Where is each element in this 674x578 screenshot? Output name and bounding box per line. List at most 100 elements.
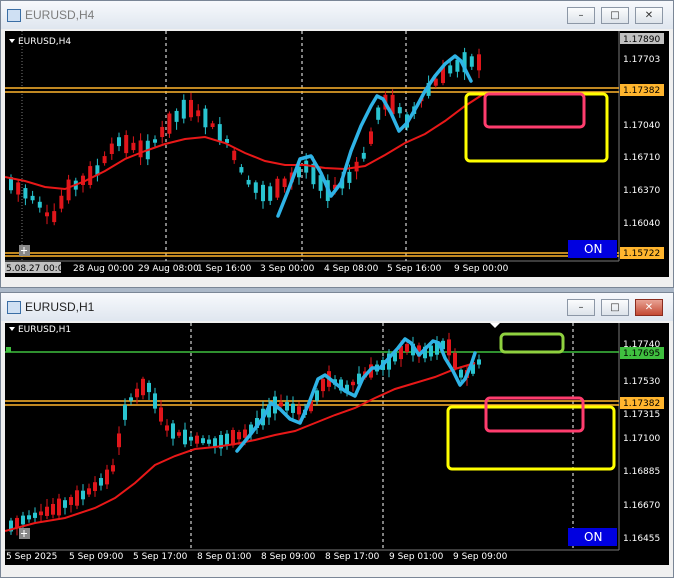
candle-body [225, 433, 229, 446]
maximize-button[interactable]: □ [601, 7, 629, 24]
collapse-triangle-icon[interactable] [9, 327, 15, 331]
candle-body [213, 438, 217, 448]
candle-body [52, 211, 57, 223]
candle-body [376, 107, 381, 120]
candle-body [397, 107, 402, 114]
price-label: 1.17695 [623, 349, 660, 359]
candle-body [177, 432, 181, 436]
candle-body [141, 378, 145, 396]
candle-body [23, 188, 28, 199]
chart-window-h4[interactable]: EURUSD,H4 – □ ✕ 1.17890 1.17703 1.17382 … [0, 0, 674, 288]
candle-body [33, 512, 37, 518]
candle-body [16, 182, 21, 195]
time-axis: 5 Sep 2025 5 Sep 09:00 5 Sep 17:00 8 Sep… [6, 552, 508, 562]
chart-icon [7, 301, 21, 314]
candle-body [37, 201, 42, 208]
title-bar[interactable]: EURUSD,H1 – □ ✕ [1, 293, 673, 321]
candle-body [243, 429, 247, 438]
price-chart[interactable]: 1.17890 1.17703 1.17382 1.17040 1.16710 … [5, 31, 669, 277]
candle-body [201, 438, 205, 444]
price-label: 1.17315 [623, 410, 660, 420]
price-label: 1.17100 [623, 434, 660, 444]
candle-body [117, 137, 121, 147]
time-label: 4 Sep 08:00 [324, 264, 379, 274]
price-label: 1.16370 [623, 186, 660, 196]
chart-canvas[interactable]: 1.17890 1.17703 1.17382 1.17040 1.16710 … [5, 31, 669, 277]
candle-body [30, 195, 35, 201]
candle-body [45, 506, 49, 516]
zone-box-pink[interactable] [483, 92, 586, 129]
line-handle-icon[interactable] [6, 347, 11, 352]
shift-marker-icon[interactable] [490, 323, 500, 328]
price-label: 1.17890 [623, 35, 660, 45]
symbol-label: EURUSD,H4 [18, 37, 71, 47]
minimize-button[interactable]: – [567, 299, 595, 316]
candle-body [21, 515, 25, 525]
drawn-trend-line[interactable] [235, 337, 477, 453]
candle-body [347, 171, 352, 183]
time-label: 8 Sep 01:00 [197, 552, 252, 562]
candle-body [39, 511, 43, 516]
candle-body [167, 113, 172, 134]
price-label: 1.16455 [623, 534, 660, 544]
title-bar[interactable]: EURUSD,H4 – □ ✕ [1, 1, 673, 29]
chart-canvas[interactable]: 1.17740 1.17695 1.17530 1.17382 1.17315 … [5, 323, 669, 565]
candle-body [477, 54, 481, 71]
candle-body [102, 156, 107, 164]
candle-body [231, 429, 235, 446]
candle-body [237, 432, 241, 440]
candle-body [63, 500, 67, 508]
candle-body [181, 99, 186, 119]
minimize-button[interactable]: – [567, 7, 595, 24]
price-label: 1.17382 [623, 399, 660, 409]
candle-body [405, 344, 409, 352]
candle-body [429, 345, 433, 357]
candle-body [159, 407, 163, 422]
candle-body [69, 497, 73, 505]
candle-body [351, 381, 355, 386]
time-label: 9 Sep 01:00 [389, 552, 444, 562]
price-label: 1.17040 [623, 121, 660, 131]
candle-body [138, 140, 143, 158]
candle-body [87, 488, 91, 495]
on-button-label: ON [584, 530, 602, 544]
price-chart[interactable]: 1.17740 1.17695 1.17530 1.17382 1.17315 … [5, 323, 669, 565]
candlesticks [9, 47, 481, 226]
zone-box-yellow[interactable] [446, 405, 616, 471]
zone-box-green[interactable] [499, 332, 565, 354]
candle-body [66, 179, 71, 201]
candle-body [279, 402, 283, 407]
close-button[interactable]: ✕ [635, 7, 663, 24]
time-label: 9 Sep 00:00 [454, 264, 509, 274]
candle-body [27, 515, 31, 520]
candle-body [171, 423, 175, 439]
candle-body [203, 108, 208, 128]
candle-body [448, 65, 453, 74]
window-title: EURUSD,H1 [25, 300, 95, 314]
candle-body [291, 403, 295, 413]
candle-body [369, 131, 373, 144]
close-button[interactable]: ✕ [635, 299, 663, 316]
candle-body [99, 478, 103, 486]
candle-body [321, 378, 325, 392]
candle-body [109, 143, 114, 155]
candle-body [93, 482, 97, 491]
candle-body [131, 142, 136, 151]
on-button-label: ON [584, 242, 602, 256]
zone-box-pink[interactable] [484, 396, 585, 433]
candle-body [246, 179, 251, 185]
candle-body [189, 99, 193, 118]
maximize-button[interactable]: □ [601, 299, 629, 316]
time-label: 5 Sep 2025 [6, 552, 57, 562]
time-label: 8 Sep 09:00 [261, 552, 316, 562]
candle-body [232, 150, 237, 161]
price-label: 1.17382 [623, 86, 660, 96]
candle-body [160, 126, 165, 138]
time-label: 5.08.27 00:00 [6, 264, 69, 274]
time-label: 29 Aug 08:00 [138, 264, 199, 274]
chart-window-h1[interactable]: EURUSD,H1 – □ ✕ 1.17740 1.17695 1.17530 [0, 292, 674, 578]
candle-body [447, 339, 451, 356]
candle-body [261, 184, 265, 202]
candle-body [455, 59, 460, 72]
collapse-triangle-icon[interactable] [9, 39, 15, 43]
